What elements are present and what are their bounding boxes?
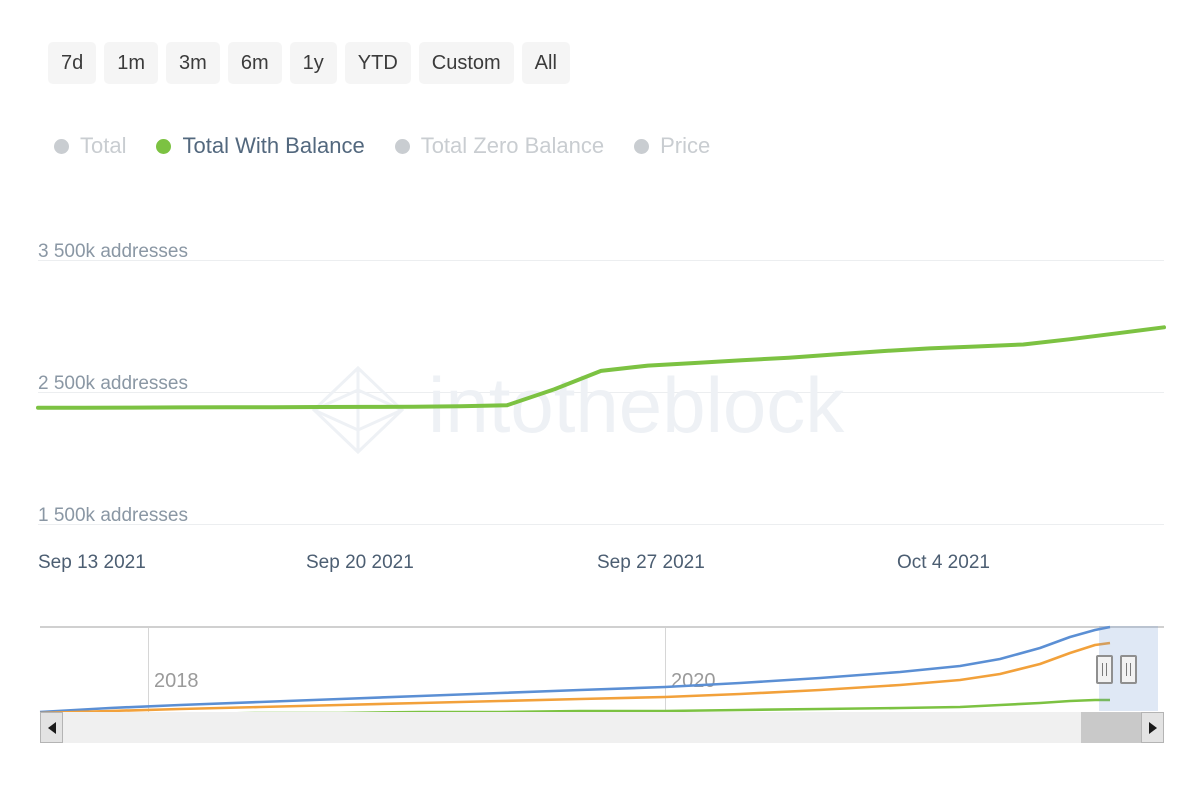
gridline-2500k — [38, 392, 1164, 393]
legend-dot-icon — [54, 138, 69, 154]
scrollbar-thumb[interactable] — [1081, 712, 1141, 743]
x-axis-label-2: Sep 27 2021 — [597, 552, 705, 573]
gridline-3500k — [38, 260, 1164, 261]
legend-dot-icon — [634, 138, 650, 154]
range-button-1y[interactable]: 1y — [289, 42, 337, 84]
x-axis-label-3: Oct 4 2021 — [897, 552, 990, 573]
range-button-ytd[interactable]: YTD — [344, 42, 411, 84]
nav-year-2020: 2020 — [671, 670, 716, 692]
legend-item-total-with-balance[interactable]: Total With Balance — [156, 133, 365, 159]
arrow-left-icon — [47, 721, 56, 734]
chart-navigator[interactable]: 2018 2020 — [40, 626, 1164, 713]
legend-item-total-zero-balance[interactable]: Total Zero Balance — [394, 133, 605, 159]
range-button-all[interactable]: All — [521, 42, 570, 84]
range-button-1m[interactable]: 1m — [104, 42, 159, 84]
nav-gridline-2018 — [148, 628, 149, 713]
legend-label: Total Zero Balance — [420, 133, 605, 158]
navigator-handle-left[interactable] — [1096, 655, 1113, 684]
legend-dot-icon — [394, 138, 410, 154]
legend-label: Total — [80, 133, 127, 158]
y-axis-label-1500k: 1 500k addresses — [38, 505, 188, 526]
x-axis-label-1: Sep 20 2021 — [306, 552, 414, 573]
y-axis-label-3500k: 3 500k addresses — [38, 241, 188, 262]
range-button-7d[interactable]: 7d — [48, 42, 97, 84]
grip-line — [1130, 663, 1131, 676]
range-selector: 7d 1m 3m 6m 1y YTD Custom All — [48, 42, 570, 84]
main-plot: 3 500k addresses 2 500k addresses 1 500k… — [0, 230, 1200, 550]
range-button-3m[interactable]: 3m — [166, 42, 220, 84]
scroll-right-button[interactable] — [1141, 712, 1164, 743]
x-axis-label-0: Sep 13 2021 — [38, 552, 146, 573]
nav-year-2018: 2018 — [154, 670, 199, 692]
legend-item-price[interactable]: Price — [634, 133, 710, 159]
nav-gridline-2020 — [665, 628, 666, 713]
grip-line — [1126, 663, 1127, 676]
scroll-left-button[interactable] — [40, 712, 63, 743]
gridline-1500k — [38, 524, 1164, 525]
legend-item-total[interactable]: Total — [54, 133, 126, 159]
navigator-handle-right[interactable] — [1120, 655, 1137, 684]
legend-label: Total With Balance — [182, 133, 365, 158]
range-button-6m[interactable]: 6m — [227, 42, 282, 84]
range-button-custom[interactable]: Custom — [418, 42, 514, 84]
arrow-right-icon — [1148, 721, 1157, 734]
chart-widget: 7d 1m 3m 6m 1y YTD Custom All Total Total With B… — [0, 0, 1200, 800]
navigator-scrollbar[interactable] — [40, 712, 1164, 743]
x-axis: Sep 13 2021 Sep 20 2021 Sep 27 2021 Oct 4 2… — [0, 552, 1200, 582]
legend-label: Price — [660, 133, 711, 158]
y-axis-label-2500k: 2 500k addresses — [38, 373, 188, 394]
grip-line — [1106, 663, 1107, 676]
grip-line — [1102, 663, 1103, 676]
scrollbar-track[interactable] — [63, 712, 1141, 743]
legend-dot-icon — [156, 138, 172, 154]
chart-legend: Total Total With Balance Total Zero Balanc… — [54, 133, 710, 159]
